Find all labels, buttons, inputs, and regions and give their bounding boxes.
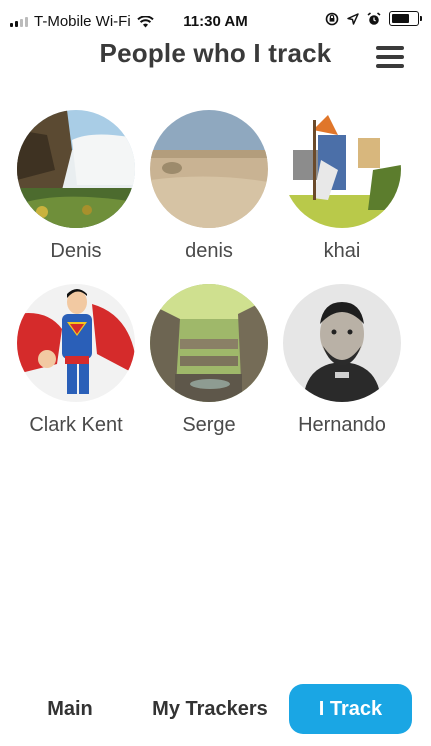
person-name: denis — [185, 240, 233, 262]
battery-icon — [389, 11, 422, 26]
person-card-hernando[interactable]: Hernando — [277, 284, 407, 437]
person-card-denis-2[interactable]: denis — [144, 110, 274, 263]
page-title: People who I track — [99, 38, 332, 68]
tab-bar: Main My Trackers I Track — [0, 684, 431, 736]
tab-my-trackers[interactable]: My Trackers — [145, 684, 275, 734]
avatar-canyon-forest — [150, 284, 268, 402]
avatar-desert-sand — [150, 110, 268, 228]
rotation-lock-icon — [325, 12, 339, 25]
person-card-clark-kent[interactable]: Clark Kent — [11, 284, 141, 437]
person-card-serge[interactable]: Serge — [144, 284, 274, 437]
avatar-historical-portrait — [283, 284, 401, 402]
person-card-khai[interactable]: khai — [277, 110, 407, 263]
person-name: Serge — [182, 414, 236, 436]
tab-main[interactable]: Main — [10, 684, 130, 734]
avatar-superhero-cartoon — [17, 284, 135, 402]
alarm-clock-icon — [367, 11, 381, 25]
avatar-waterfall-landscape — [17, 110, 135, 228]
person-name: Denis — [50, 240, 102, 262]
person-card-denis[interactable]: Denis — [11, 110, 141, 263]
location-arrow-icon — [347, 12, 359, 25]
avatar-wizard-cartoon — [283, 110, 401, 228]
status-right — [325, 11, 422, 26]
tab-i-track[interactable]: I Track — [289, 684, 412, 734]
person-name: Hernando — [298, 414, 386, 436]
hamburger-menu-icon[interactable] — [376, 46, 404, 70]
person-name: Clark Kent — [29, 414, 123, 436]
person-name: khai — [323, 240, 361, 262]
